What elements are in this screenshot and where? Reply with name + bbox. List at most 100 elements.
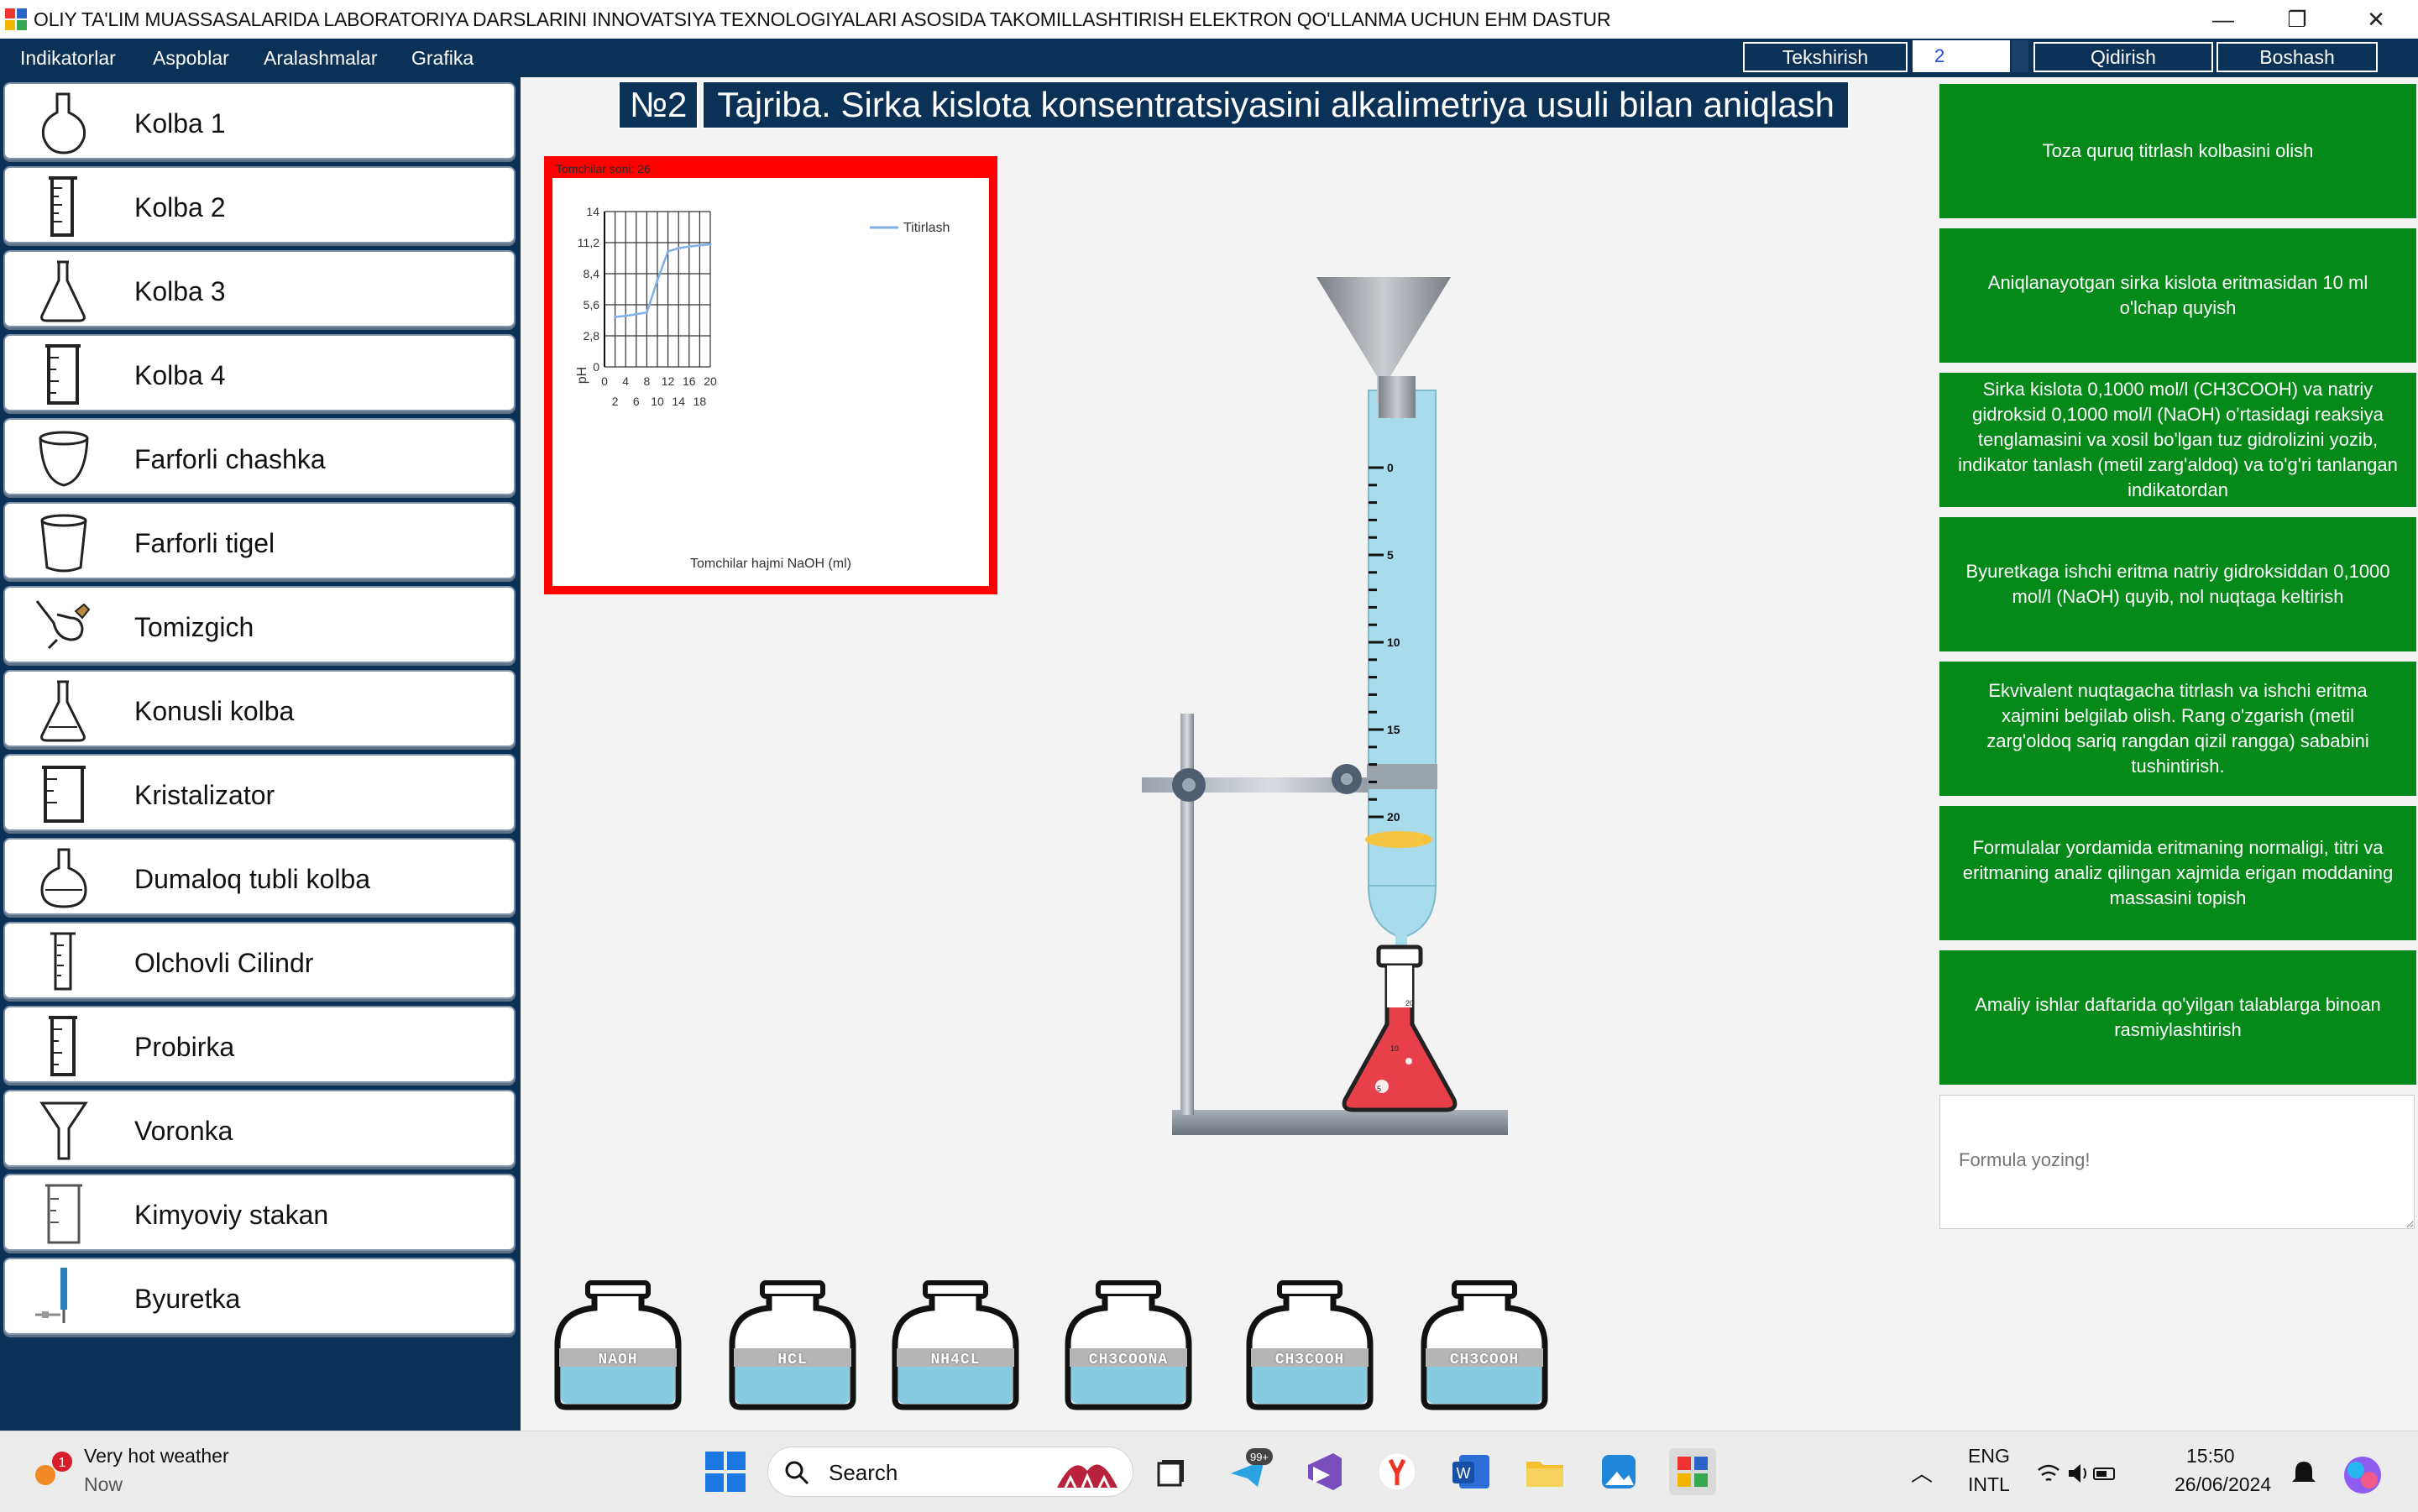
sidebar-item-label: Tomizgich [134,612,254,642]
x-tick-label: 8 [644,374,651,388]
taskbar: 1 Very hot weather Now Search 99+ W ︿ EN… [0,1431,2418,1512]
yandex-browser-icon[interactable] [1374,1448,1421,1495]
sidebar-item-voronka[interactable]: Voronka [3,1090,516,1167]
titration-flask[interactable] [1342,944,1458,1112]
notifications-icon[interactable] [2290,1458,2317,1488]
experiment-number: №2 [618,81,699,129]
sidebar-item-kimyoviy-stakan[interactable]: Kimyoviy stakan [3,1174,516,1251]
y-tick-label: 0 [593,360,599,374]
sidebar-item-probirka[interactable]: Probirka [3,1006,516,1083]
clock-time[interactable]: 15:50 [2186,1445,2235,1468]
sidebar-item-kolba-2[interactable]: Kolba 2 [3,166,516,243]
y-axis-label: pH [575,367,589,384]
menu-aralashmalar[interactable]: Aralashmalar [264,39,378,77]
sidebar-item-kolba-4[interactable]: Kolba 4 [3,334,516,411]
reagent-bottle-ch3cooh[interactable]: CH3COOH [1419,1279,1550,1410]
reagent-bottle-ch3cooh[interactable]: CH3COOH [1244,1279,1375,1410]
task-view-icon[interactable] [1150,1448,1197,1495]
language-top[interactable]: ENG [1968,1445,2010,1468]
word-icon[interactable]: W [1447,1448,1494,1495]
bottle-icon [1065,1280,1192,1410]
search-button[interactable]: Qidirish [2033,42,2213,72]
close-button[interactable]: ✕ [2339,0,2413,39]
conical-flask-icon [40,680,86,742]
sidebar-item-kristalizator[interactable]: Kristalizator [3,754,516,831]
clamp-gear-icon[interactable] [1332,764,1362,794]
sidebar-item-farforli-chashka[interactable]: Farforli chashka [3,418,516,495]
visual-studio-icon[interactable] [1300,1448,1347,1495]
sidebar-item-byuretka[interactable]: Byuretka [3,1258,516,1335]
x-axis-label: Tomchilar hajmi NaOH (ml) [690,557,851,571]
x-tick-label: 4 [622,374,629,388]
step-5[interactable]: Ekvivalent nuqtagacha titrlash va ishchi… [1939,662,2416,796]
burette-scale-label: 0 [1387,461,1394,474]
windows-start-icon[interactable] [702,1448,749,1495]
telegram-icon[interactable]: 99+ [1226,1448,1273,1495]
restore-button[interactable]: ❐ [2260,0,2334,39]
data-point [667,250,670,254]
chart-area: 0 2,8 5,6 8,4 11,2 14 0 4 8 12 16 20 2 6 10 14 18 Titirl… [552,178,989,586]
language-bottom[interactable]: INTL [1968,1473,2010,1496]
sidebar-item-dumaloq-tubli-kolba[interactable]: Dumaloq tubli kolba [3,838,516,915]
reagent-bottle-ch3coona[interactable]: CH3COONA [1063,1279,1194,1410]
lab-app-taskbar-icon[interactable] [1669,1448,1716,1495]
step-6[interactable]: Formulalar yordamida eritmaning normalig… [1939,806,2416,940]
system-tray-icons[interactable] [2035,1460,2119,1487]
search-label: Search [829,1460,898,1485]
sidebar-item-kolba-1[interactable]: Kolba 1 [3,82,516,160]
sidebar-item-konusli-kolba[interactable]: Konusli kolba [3,670,516,747]
check-button[interactable]: Tekshirish [1743,42,1908,72]
clamp-gear-icon[interactable] [1172,768,1206,802]
copilot-icon[interactable] [2341,1453,2384,1497]
bottle-icon [892,1280,1019,1410]
sidebar-item-kolba-3[interactable]: Kolba 3 [3,250,516,327]
minimize-button[interactable]: — [2186,0,2260,39]
step-2[interactable]: Aniqlanayotgan sirka kislota eritmasidan… [1939,228,2416,363]
clock-date[interactable]: 26/06/2024 [2175,1473,2271,1496]
home-button[interactable]: Boshash [2216,42,2378,72]
reagent-bottle-naoh[interactable]: NAOH [552,1279,683,1410]
sidebar-item-label: Konusli kolba [134,696,295,726]
sidebar-item-tomizgich[interactable]: Tomizgich [3,586,516,663]
file-explorer-icon[interactable] [1521,1448,1568,1495]
legend-label: Titirlash [903,221,950,235]
search-icon [785,1461,809,1485]
menu-aspoblar[interactable]: Aspoblar [153,39,229,77]
test-tube-icon [49,1016,77,1076]
bottle-icon [1246,1280,1374,1410]
weather-icon[interactable]: 1 [29,1450,76,1494]
experiment-title: №2 Tajriba. Sirka kislota konsentratsiya… [618,81,1850,129]
sidebar-item-farforli-tigel[interactable]: Farforli tigel [3,502,516,579]
weather-title[interactable]: Very hot weather [84,1445,229,1468]
sidebar-item-label: Kolba 3 [134,276,226,306]
stopcock-valve[interactable] [1365,831,1432,848]
taskbar-search[interactable]: Search [767,1447,1133,1497]
step-3[interactable]: Sirka kislota 0,1000 mol/l (CH3COOH) va … [1939,373,2416,507]
menu-grafika[interactable]: Grafika [411,39,474,77]
step-4[interactable]: Byuretkaga ishchi eritma natriy gidroksi… [1939,517,2416,651]
graduated-cylinder-icon [49,176,77,237]
x-tick-label: 6 [633,395,640,408]
bottle-label: CH3COOH [1449,1352,1520,1368]
weather-subtitle: Now [84,1473,123,1495]
reagent-bottle-nh4cl[interactable]: NH4CL [890,1279,1021,1410]
sidebar-item-label: Kristalizator [134,780,275,810]
chevron-up-icon[interactable]: ︿ [1911,1457,1933,1488]
photos-icon[interactable] [1595,1448,1642,1495]
step-1[interactable]: Toza quruq titrlash kolbasini olish [1939,84,2416,218]
weather-badge: 1 [59,1456,66,1470]
step-7[interactable]: Amaliy ishlar daftarida qo'yilgan talabl… [1939,950,2416,1085]
y-tick-label: 8,4 [584,267,600,280]
data-point [624,314,627,317]
menu-indikatorlar[interactable]: Indikatorlar [20,39,116,77]
sidebar-item-olchovli-cilindr[interactable]: Olchovli Cilindr [3,922,516,999]
reagent-bottle-hcl[interactable]: HCL [727,1279,858,1410]
beaker-icon [45,344,81,405]
sidebar-item-label: Dumaloq tubli kolba [134,864,371,894]
x-tick-label: 0 [601,374,608,388]
spinner-arrows[interactable] [2012,40,2028,72]
data-point [688,245,691,249]
bottle-icon [1421,1280,1548,1410]
formula-input[interactable] [1939,1095,2415,1229]
number-spinner-input[interactable] [1913,40,2010,72]
